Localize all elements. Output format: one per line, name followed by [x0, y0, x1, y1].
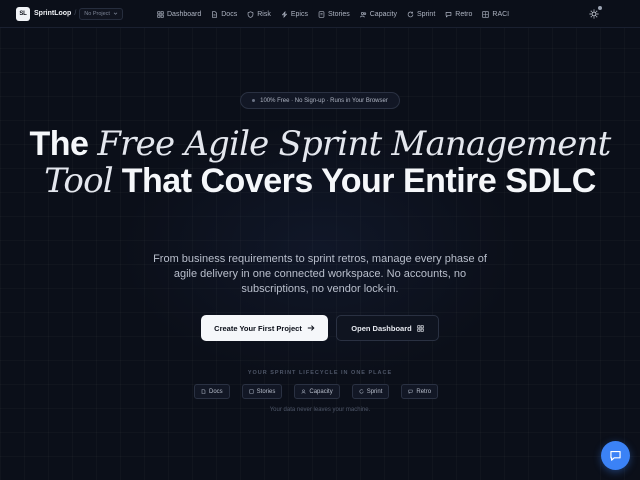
chevron-down-icon — [113, 12, 118, 15]
project-select-value: No Project — [84, 10, 110, 17]
nav-item-capacity[interactable]: Capacity — [359, 10, 397, 18]
step-connector — [230, 391, 242, 392]
refresh-icon — [407, 11, 414, 17]
headline-part-1: The — [29, 125, 89, 163]
nav-item-label: RACI — [492, 10, 510, 18]
project-select[interactable]: No Project — [79, 7, 123, 20]
nav-item-risk[interactable]: Risk — [247, 11, 271, 18]
nav-item-stories[interactable]: Stories — [318, 11, 350, 18]
step-connector — [282, 391, 294, 392]
theme-toggle-button[interactable] — [588, 6, 602, 20]
lightning-icon — [281, 10, 287, 18]
chat-support-button[interactable] — [601, 441, 630, 470]
hero-headline: The Free Agile Sprint Management Tool Th… — [0, 126, 640, 200]
feature-pill: 100% Free · No Sign-up · Runs in Your Br… — [240, 92, 400, 109]
main-nav: Dashboard Docs Risk Epics Stories Capaci… — [157, 0, 519, 28]
document-icon — [201, 389, 206, 394]
sun-icon — [589, 9, 599, 19]
chat-icon — [445, 11, 452, 17]
notification-dot — [598, 6, 602, 10]
nav-item-label: Docs — [221, 10, 238, 18]
nav-item-retro[interactable]: Retro — [445, 11, 472, 18]
step-label: Docs — [209, 388, 223, 395]
nav-item-label: Sprint — [416, 10, 436, 18]
open-dashboard-button[interactable]: Open Dashboard — [336, 315, 439, 341]
nav-item-label: Dashboard — [167, 10, 202, 18]
document-icon — [212, 10, 218, 18]
lifecycle-label: YOUR SPRINT LIFECYCLE IN ONE PLACE — [247, 370, 393, 376]
lifecycle-step-retro[interactable]: Retro — [401, 384, 439, 399]
nav-item-epics[interactable]: Epics — [281, 11, 308, 18]
lifecycle-step-sprint[interactable]: Sprint — [351, 384, 390, 399]
shield-icon — [247, 10, 254, 18]
nav-item-label: Risk — [257, 10, 271, 18]
lifecycle-step-stories[interactable]: Stories — [241, 384, 283, 399]
chat-icon — [610, 451, 621, 461]
open-dashboard-label: Open Dashboard — [351, 323, 412, 333]
grid-icon — [417, 324, 424, 332]
nav-item-label: Stories — [327, 10, 350, 18]
step-label: Retro — [416, 388, 432, 395]
nav-item-docs[interactable]: Docs — [211, 11, 237, 18]
brand[interactable]: SL SprintLoop / No Project — [16, 6, 123, 21]
lifecycle-steps: Docs Stories Capacity Sprint Retro — [194, 384, 439, 399]
logo[interactable]: SL — [16, 6, 30, 21]
step-label: Stories — [256, 388, 276, 395]
hero-subtext: From business requirements to sprint ret… — [153, 253, 487, 295]
book-icon — [318, 10, 325, 18]
arrow-right-icon — [307, 325, 315, 331]
nav-item-label: Retro — [455, 10, 473, 18]
nav-item-dashboard[interactable]: Dashboard — [157, 11, 201, 18]
step-label: Sprint — [366, 388, 383, 395]
privacy-footnote: Your data never leaves your machine. — [269, 407, 371, 413]
chat-icon — [408, 389, 413, 394]
top-navigation-bar: SL SprintLoop / No Project Dashboard Doc… — [0, 0, 640, 28]
nav-item-label: Epics — [290, 10, 308, 18]
lifecycle-step-capacity[interactable]: Capacity — [294, 384, 340, 399]
nav-item-label: Capacity — [369, 10, 397, 18]
step-label: Capacity — [309, 388, 333, 395]
breadcrumb-separator: / — [74, 10, 77, 17]
lifecycle-step-docs[interactable]: Docs — [194, 384, 230, 399]
brand-name[interactable]: SprintLoop — [34, 10, 71, 17]
nav-item-raci[interactable]: RACI — [482, 11, 509, 18]
headline-part-2: That Covers Your Entire SDLC — [121, 162, 597, 200]
refresh-icon — [359, 389, 364, 394]
nav-item-sprint[interactable]: Sprint — [407, 11, 435, 18]
create-project-label: Create Your First Project — [214, 323, 302, 333]
create-project-button[interactable]: Create Your First Project — [201, 315, 328, 341]
pill-dot — [252, 99, 256, 102]
step-connector — [340, 391, 352, 392]
people-icon — [301, 389, 306, 394]
people-icon — [359, 11, 366, 17]
pill-text: 100% Free · No Sign-up · Runs in Your Br… — [260, 97, 388, 104]
grid-icon — [157, 10, 164, 18]
step-connector — [389, 391, 401, 392]
grid-icon — [482, 10, 490, 18]
book-icon — [249, 389, 254, 394]
